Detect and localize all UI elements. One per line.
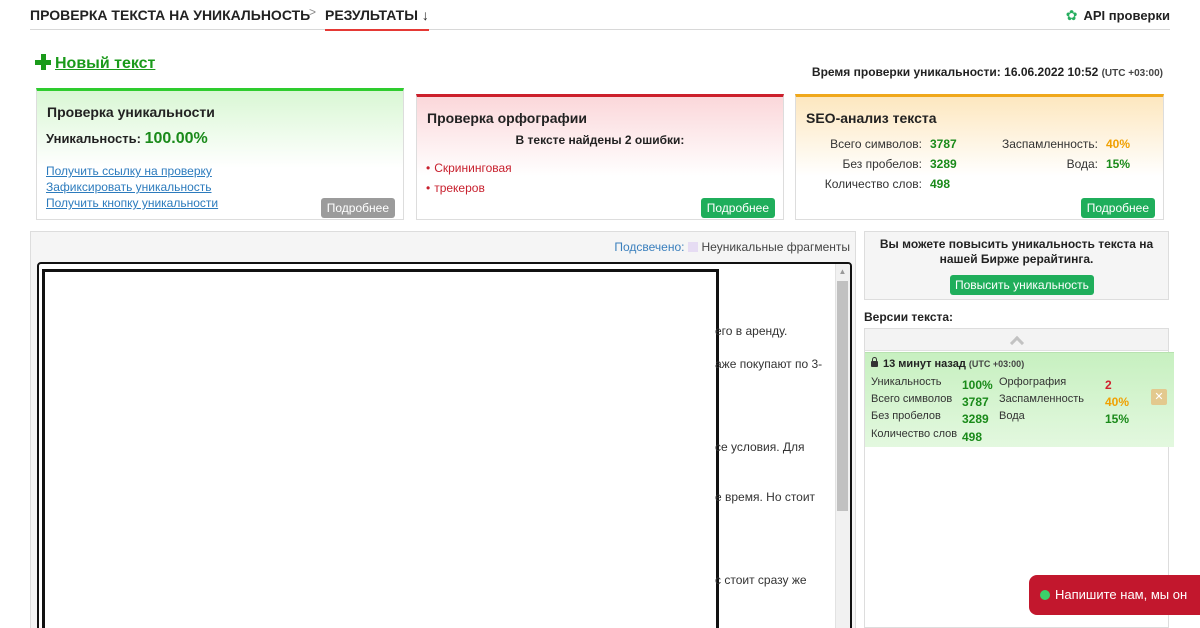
version-nospace-label: Без пробелов [871,410,941,422]
uniqueness-card: Проверка уникальности Уникальность: 100.… [36,88,404,220]
nav-results[interactable]: РЕЗУЛЬТАТЫ ↓ [325,7,429,31]
seo-water: Вода: 15% [976,157,1130,171]
seo-title: SEO-анализ текста [806,110,937,126]
version-time-tz: (UTC +03:00) [968,359,1025,369]
fix-uniqueness-link[interactable]: Зафиксировать уникальность [46,179,218,195]
chevron-up-icon [1009,335,1024,351]
highlight-swatch [688,242,699,252]
chat-widget-button[interactable]: Напишите нам, мы он [1029,575,1200,615]
check-time-tz: (UTC +03:00) [1101,68,1163,79]
spelling-title: Проверка орфографии [427,110,587,126]
seo-words-label: Количество слов: [824,177,922,191]
highlight-legend: Подсвечено: Неуникальные фрагменты [614,240,850,254]
api-link[interactable]: ✿ API проверки [1066,7,1170,24]
check-time-value: 16.06.2022 10:52 [1004,65,1099,79]
highlight-desc: Неуникальные фрагменты [701,240,850,254]
breadcrumb-separator-icon: > [309,5,317,19]
spelling-errors: Скрининговая трекеров [426,158,512,198]
uniqueness-title: Проверка уникальности [47,104,215,120]
text-fragment: аже покупают по 3- [715,357,823,371]
online-status-icon [1040,590,1050,600]
seo-water-label: Вода: [1066,157,1098,171]
spelling-card: Проверка орфографии В тексте найдены 2 о… [416,94,784,220]
text-fragment: се условия. Для [715,440,805,454]
increase-uniqueness-button[interactable]: Повысить уникальность [950,275,1094,295]
delete-version-icon[interactable]: ✕ [1151,389,1167,405]
promo-text: Вы можете повысить уникальность текста н… [879,237,1154,266]
nav-results-label: РЕЗУЛЬТАТЫ [325,7,418,23]
seo-spam-value: 40% [1106,137,1131,151]
get-uniqueness-button-link[interactable]: Получить кнопку уникальности [46,195,218,211]
gear-icon: ✿ [1065,7,1078,23]
version-spam-value: 40% [1105,395,1130,409]
version-time: 13 минут назад (UTC +03:00) [871,357,1025,370]
version-spell-label: Орфография [999,376,1067,388]
uniqueness-more-button[interactable]: Подробнее [320,198,395,218]
text-panel: Подсвечено: Неуникальные фрагменты его в … [30,231,856,628]
text-scrollbar[interactable]: ▲ [835,264,850,628]
spelling-error-item[interactable]: Скрининговая [426,158,511,178]
seo-water-value: 15% [1106,157,1131,171]
seo-total-chars-value: 3787 [930,137,957,151]
lock-icon [871,357,878,367]
nav-check-text[interactable]: ПРОВЕРКА ТЕКСТА НА УНИКАЛЬНОСТЬ [30,7,310,23]
scroll-up-icon[interactable]: ▲ [835,264,850,280]
new-text-label: Новый текст [55,55,156,72]
seo-words: Количество слов: 498 [806,177,950,191]
versions-scroll-up[interactable] [865,329,1168,351]
text-fragment: е время. Но стоит [715,490,816,504]
version-total-label: Всего символов [871,393,953,405]
seo-card: SEO-анализ текста Всего символов: 3787 Бе… [795,94,1164,220]
version-water-value: 15% [1105,412,1130,426]
seo-spam-label: Заспамленность: [1001,137,1098,151]
version-uniq-label: Уникальность [871,376,942,388]
versions-title: Версии текста: [864,310,954,324]
seo-no-spaces-value: 3289 [930,157,957,171]
api-label: API проверки [1083,8,1170,23]
version-spam-label: Заспамленность [999,393,1084,405]
version-total-value: 3787 [962,395,989,409]
plus-icon [35,54,51,70]
seo-total-chars: Всего символов: 3787 [806,137,957,151]
version-spell-value: 2 [1105,378,1112,392]
highlight-label: Подсвечено: [614,240,685,254]
top-nav: ПРОВЕРКА ТЕКСТА НА УНИКАЛЬНОСТЬ > РЕЗУЛЬ… [30,0,1170,31]
new-text-button[interactable]: Новый текст [35,54,155,73]
uniqueness-line: Уникальность: 100.00% [46,130,208,148]
version-item[interactable]: 13 минут назад (UTC +03:00) Уникальность… [865,352,1174,447]
get-check-link[interactable]: Получить ссылку на проверку [46,163,218,179]
text-fragment: его в аренду. [715,324,788,338]
text-fragment: с стоит сразу же [715,573,807,587]
version-words-value: 498 [962,430,983,444]
arrow-down-icon: ↓ [421,7,429,23]
seo-total-chars-label: Всего символов: [830,137,922,151]
version-water-label: Вода [999,410,1025,422]
spelling-summary: В тексте найдены 2 ошибки: [515,133,685,147]
uniqueness-value: 100.00% [144,130,208,147]
version-words-label: Количество слов [871,428,958,440]
seo-words-value: 498 [930,177,951,191]
checked-text-area[interactable]: его в аренду. аже покупают по 3- се усло… [37,262,852,628]
redacted-text-block [42,269,719,628]
uniqueness-links: Получить ссылку на проверку Зафиксироват… [46,163,218,211]
check-time-label: Время проверки уникальности: [811,65,1001,79]
uniqueness-label: Уникальность: [46,131,141,146]
seo-no-spaces: Без пробелов: 3289 [806,157,957,171]
check-time: Время проверки уникальности: 16.06.2022 … [812,65,1163,79]
spelling-more-button[interactable]: Подробнее [700,198,775,218]
scroll-thumb[interactable] [837,281,848,511]
seo-no-spaces-label: Без пробелов: [842,157,923,171]
version-uniq-value: 100% [962,378,993,392]
version-time-value: 13 минут назад [883,358,966,370]
chat-label: Напишите нам, мы он [1055,587,1188,602]
version-nospace-value: 3289 [962,412,989,426]
rewrite-promo: Вы можете повысить уникальность текста н… [864,231,1169,300]
spelling-error-item[interactable]: трекеров [426,178,512,198]
seo-more-button[interactable]: Подробнее [1080,198,1155,218]
seo-spam: Заспамленность: 40% [976,137,1130,151]
